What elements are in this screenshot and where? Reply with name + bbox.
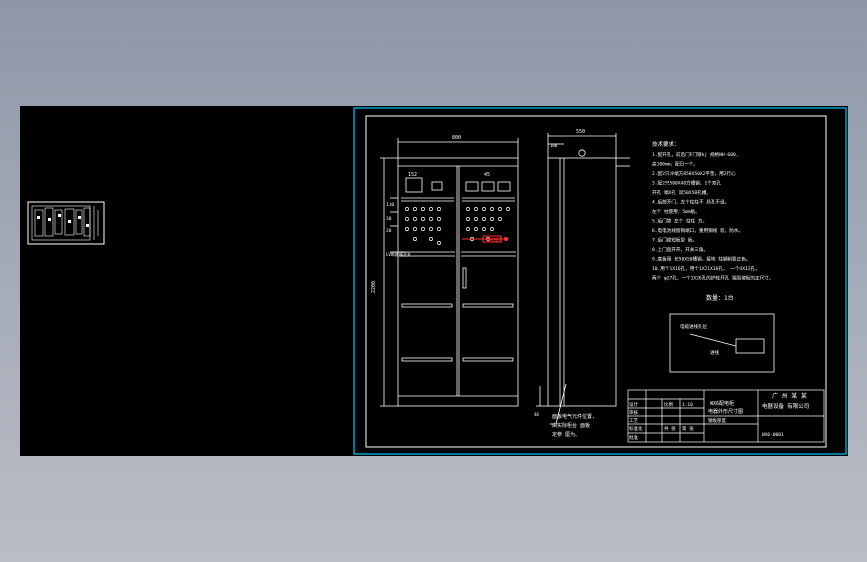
note-line: 开孔 端X孔 双50X50孔槽。: [652, 189, 711, 196]
note-line: 高100mm，配日一个。: [652, 161, 698, 168]
tb-drawing-code: WX6-0001: [762, 432, 784, 438]
dim-height: 2200: [371, 281, 377, 293]
tb-company-line2: 电器设备 有限公司: [762, 402, 809, 410]
note-line: 8.上门盘开开，开关三角。: [652, 246, 708, 253]
note-line: 10.用个1X16孔，用个1X21X16孔， 一个4X12孔，: [652, 265, 760, 272]
dim-h1: 110: [386, 202, 394, 208]
quantity-label: 数量：1台: [706, 294, 734, 302]
cad-drawing: 800 152 45 110 30 20 2200 LV断路器开关 电缆接线 5…: [27, 107, 847, 455]
side-note-line3: 定参 厘为。: [552, 431, 580, 438]
tb-material: 钢板厚度: [708, 417, 726, 424]
note-line: 7.后门锁短板型 板。: [652, 237, 697, 244]
dim-h2: 30: [386, 216, 392, 222]
tb-row-check: 审核: [629, 409, 638, 416]
cable-entry-label: 电缆进线孔位: [680, 323, 707, 330]
note-line: 左个 柱使用：5mm板。: [652, 208, 700, 215]
side-note-line2: 由实际柜台 面板: [552, 422, 590, 429]
note-line: 两个 φ27孔，一个1X26孔的护栓开孔 端局坡板的正尺寸。: [652, 275, 773, 282]
tb-row-process: 工艺: [629, 418, 638, 424]
tb-scale-label: 比例: [664, 401, 673, 408]
tb-drawing-name-1: WX6配电柜: [710, 400, 734, 407]
cable-entry-detail: [669, 313, 775, 373]
tb-sheet-number: 第 张: [682, 425, 694, 432]
note-line: 1.配开孔，前后门F门锁kj 规格NH-600,: [652, 151, 739, 158]
notes-list: 1.配开孔，前后门F门锁kj 规格NH-600, 高100mm，配日一个。 2.配…: [652, 151, 773, 282]
note-line: 5.后门管 左个 柱柱 方。: [652, 218, 707, 225]
note-line: 9.底板用 长50X50槽钢，接地 柱钢制要正色。: [652, 256, 750, 263]
side-note-line1: 面板电气元件位置,: [552, 413, 595, 420]
dim-overall-width: 800: [452, 135, 461, 141]
red-cable-label: 电缆接线: [486, 236, 502, 242]
dim-top-right: 45: [484, 172, 490, 178]
note-line: 6.电电池线窗铜端口，重用钢线 装。防水。: [652, 227, 743, 234]
tb-row-standard: 标准化: [629, 425, 643, 432]
dim-side-bottom: 40: [534, 412, 539, 417]
dim-top-left: 152: [408, 172, 417, 178]
note-line: 3.配2只500X40方槽钢，1个双孔: [652, 180, 721, 187]
left-component-label: LV断路器开关: [386, 251, 411, 257]
tb-scale-value: 1:10: [682, 402, 693, 408]
front-view: [380, 138, 519, 407]
cad-viewport[interactable]: 800 152 45 110 30 20 2200 LV断路器开关 电缆接线 5…: [20, 106, 848, 456]
tb-row-approve: 批准: [629, 434, 638, 441]
notes-title: 技术要求：: [652, 140, 680, 148]
dim-side-depth: 550: [576, 129, 585, 135]
note-line: 2.配2只冷端方850X50X2平垫，用2行心: [652, 170, 736, 177]
tb-company-line1: 广 州 某 某: [772, 392, 807, 400]
thumbnail-preview[interactable]: [27, 201, 105, 245]
tb-drawing-name-2: 电器外形尺寸图: [708, 408, 743, 415]
tb-sheets-total: 共 张: [664, 425, 676, 432]
note-line: 4.后部开门，左个柱柱不 局孔不设。: [652, 199, 729, 206]
side-view: [536, 133, 630, 425]
tb-row-design: 设计: [629, 401, 638, 408]
dim-h3: 20: [386, 228, 392, 234]
cable-entry-small: 进线: [710, 349, 719, 356]
dim-side-offset: 100: [550, 143, 558, 148]
